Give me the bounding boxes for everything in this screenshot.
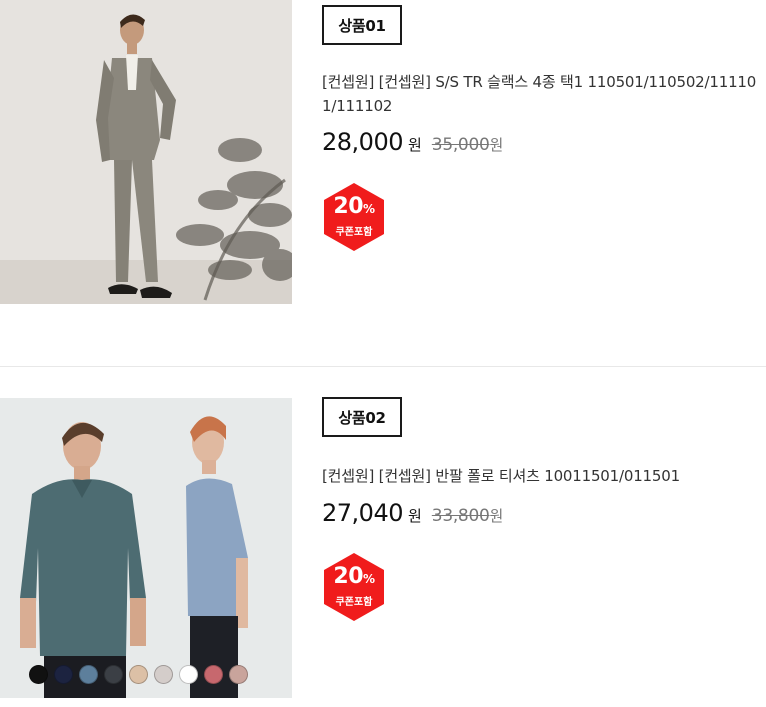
suit-photo-image — [0, 0, 292, 304]
discount-badge: 20% 쿠폰포함 — [322, 551, 386, 623]
discount-percent: 20% — [322, 564, 386, 589]
color-swatch[interactable] — [154, 665, 173, 684]
discount-unit: % — [363, 572, 375, 586]
product-card-2: 상품02 [컨셉원] [컨셉원] 반팔 폴로 티셔츠 10011501/0115… — [0, 392, 766, 707]
discount-label: 쿠폰포함 — [335, 227, 373, 238]
price-row: 27,040 원 33,800 원 — [322, 499, 503, 527]
color-swatch[interactable] — [204, 665, 223, 684]
product-image-2[interactable] — [0, 398, 292, 698]
discount-percent: 20% — [322, 194, 386, 219]
product-image-1[interactable] — [0, 0, 292, 304]
color-swatch[interactable] — [54, 665, 73, 684]
product-divider — [0, 366, 766, 367]
product-tag: 상품01 — [322, 5, 402, 45]
discount-badge: 20% 쿠폰포함 — [322, 181, 386, 253]
currency-label: 원 — [407, 136, 422, 154]
polo-photo-image — [0, 398, 292, 698]
color-swatch[interactable] — [129, 665, 148, 684]
color-swatches — [29, 665, 248, 684]
color-swatch[interactable] — [104, 665, 123, 684]
color-swatch[interactable] — [79, 665, 98, 684]
product-name[interactable]: [컨셉원] [컨셉원] S/S TR 슬랙스 4종 택1 110501/1105… — [322, 70, 762, 118]
product-name[interactable]: [컨셉원] [컨셉원] 반팔 폴로 티셔츠 10011501/011501 — [322, 464, 762, 488]
color-swatch[interactable] — [229, 665, 248, 684]
sale-price: 28,000 — [322, 128, 403, 156]
currency-label: 원 — [407, 507, 422, 525]
original-price: 35,000 — [431, 135, 490, 155]
color-swatch[interactable] — [29, 665, 48, 684]
product-card-1: 상품01 [컨셉원] [컨셉원] S/S TR 슬랙스 4종 택1 110501… — [0, 0, 766, 310]
product-tag: 상품02 — [322, 397, 402, 437]
discount-unit: % — [363, 202, 375, 216]
original-currency-label: 원 — [489, 507, 504, 525]
price-row: 28,000 원 35,000 원 — [322, 128, 503, 156]
discount-value: 20 — [333, 564, 364, 589]
discount-value: 20 — [333, 194, 364, 219]
original-currency-label: 원 — [489, 136, 504, 154]
original-price: 33,800 — [431, 506, 490, 526]
sale-price: 27,040 — [322, 499, 403, 527]
discount-label: 쿠폰포함 — [335, 597, 373, 608]
color-swatch[interactable] — [179, 665, 198, 684]
